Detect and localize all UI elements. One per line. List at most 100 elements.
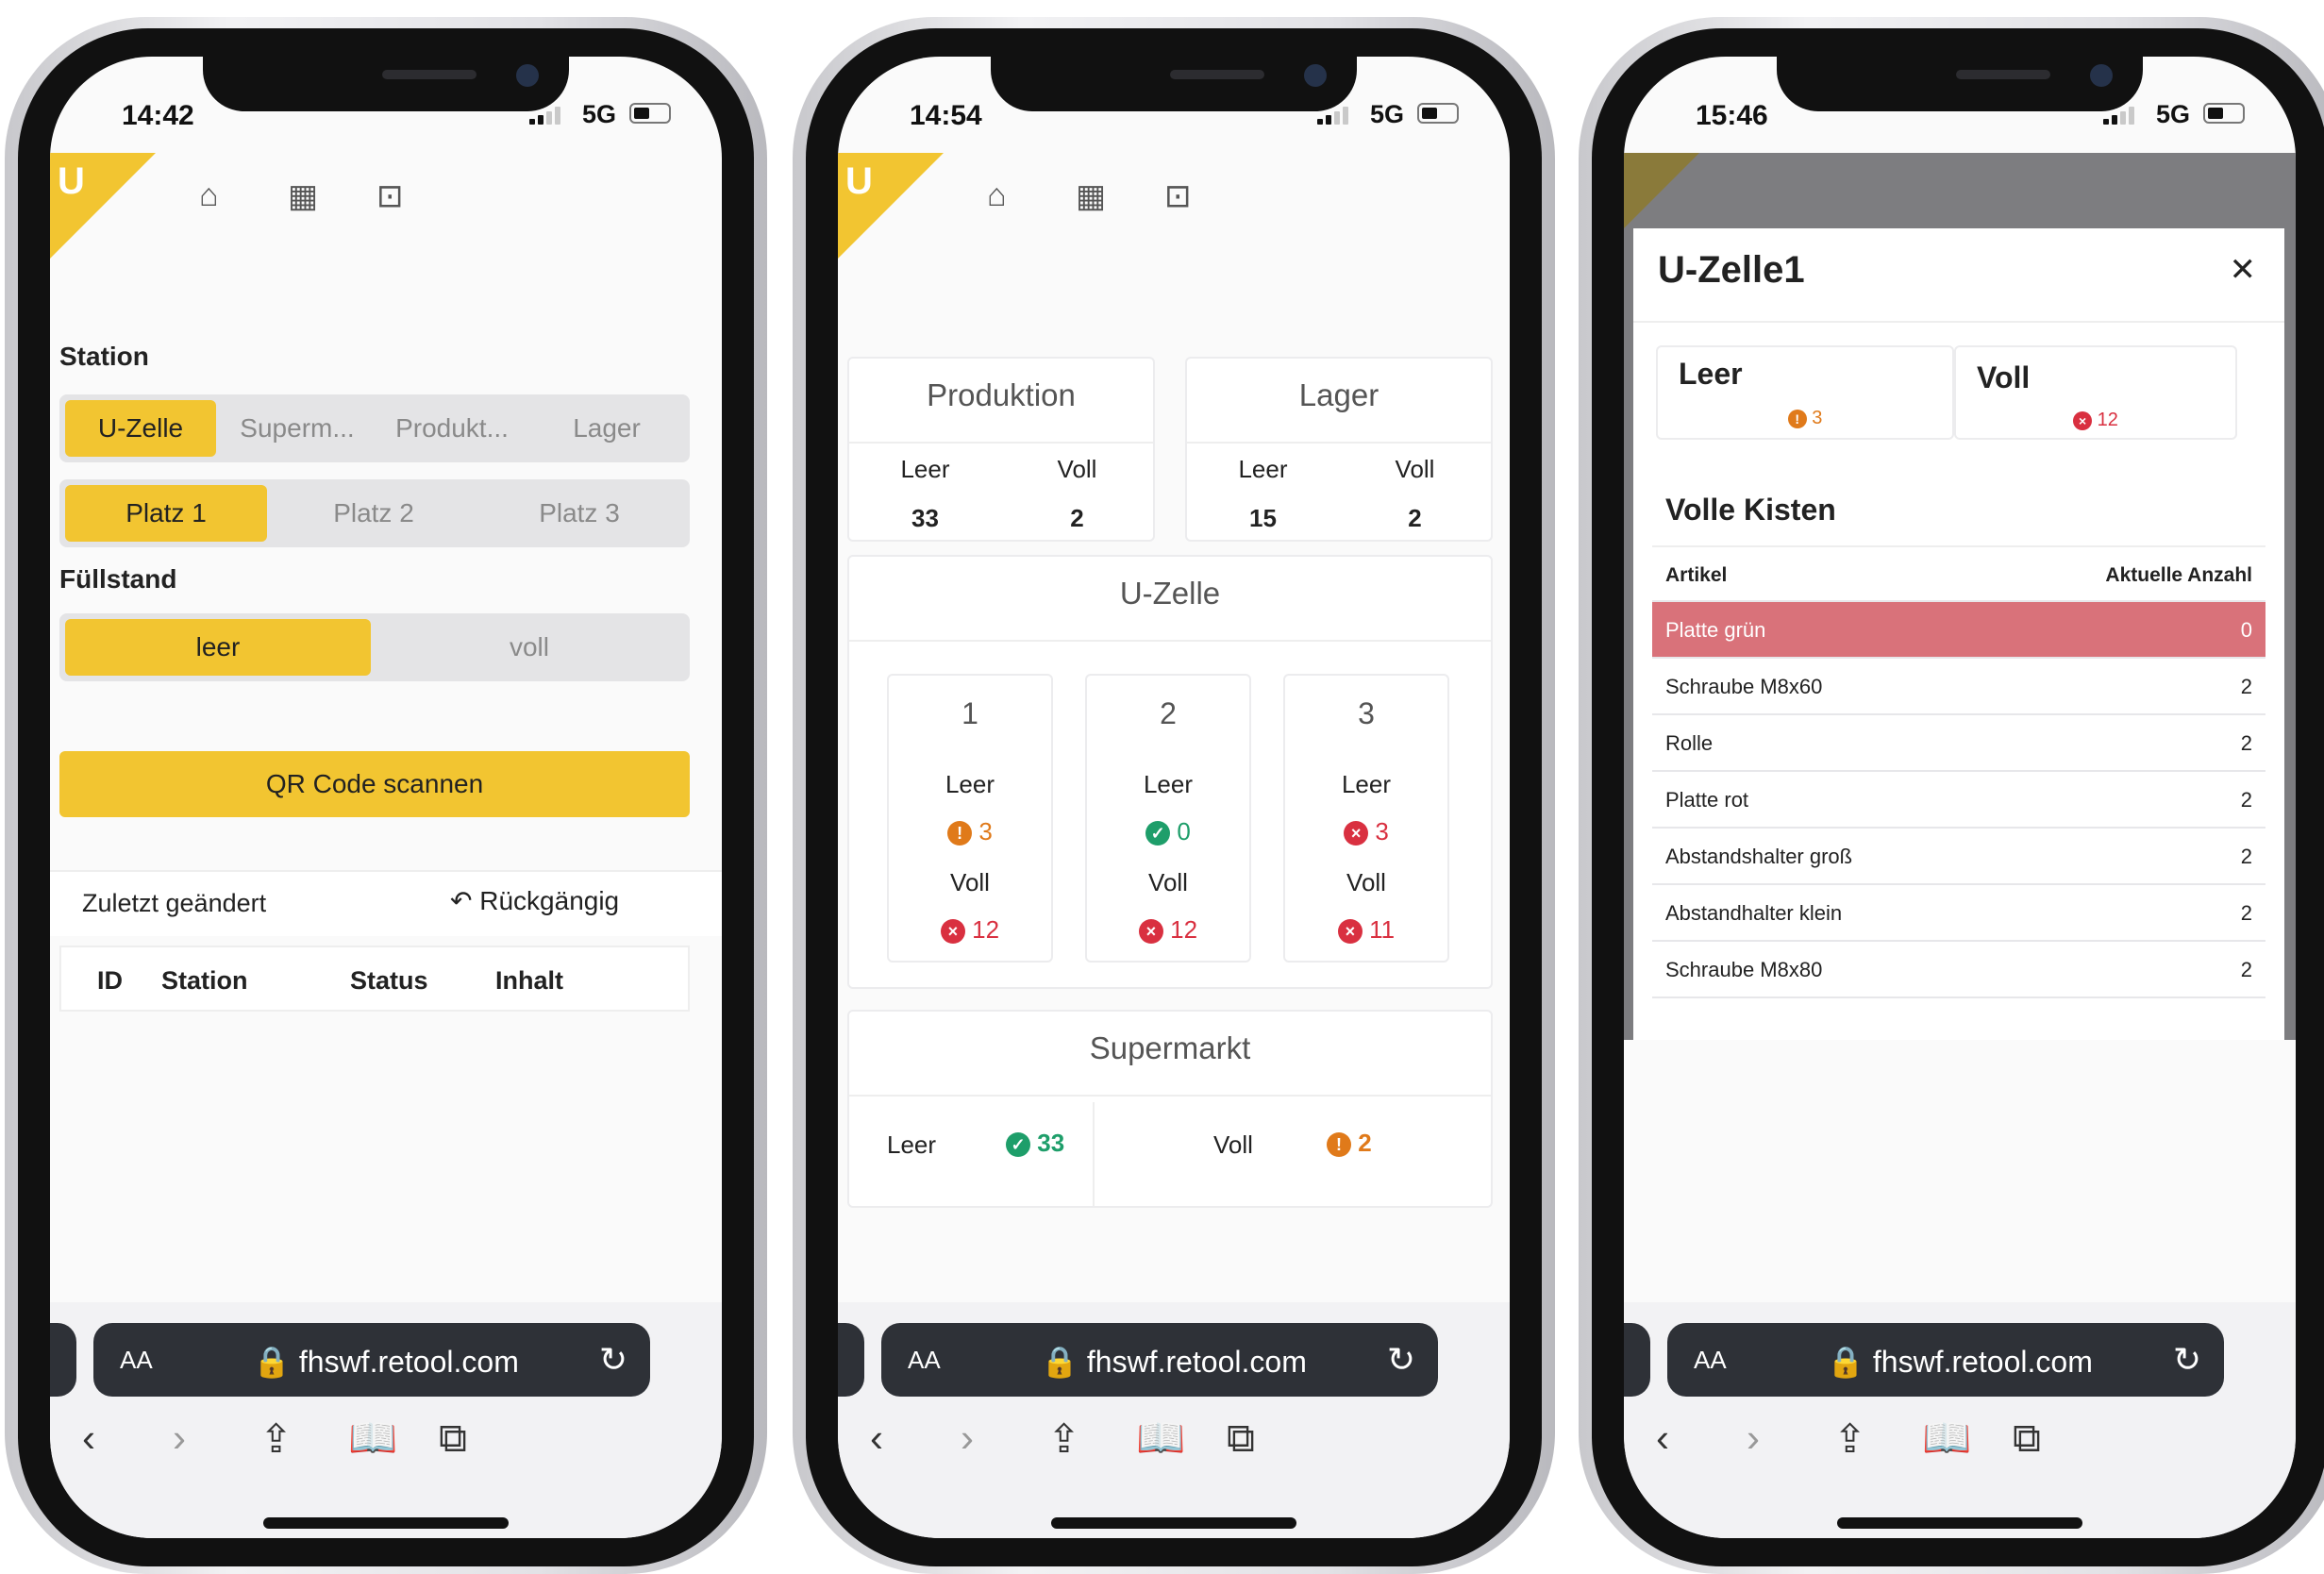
warning-icon: ! [947,821,973,846]
back-icon[interactable]: ‹ [1656,1415,1669,1461]
table-row[interactable]: Abstandhalter klein 2 [1652,885,2265,942]
table-row[interactable]: Abstandshalter groß 2 [1652,829,2265,885]
text-size-button[interactable]: AA [120,1346,153,1375]
share-icon[interactable]: ⇪ [259,1415,293,1462]
app-logo[interactable]: U [50,153,156,259]
detail-modal: U-Zelle1 ✕ Leer ! 3 Voll × 12 Volle Kist… [1633,228,2284,1040]
artikel-cell: Abstandhalter klein [1665,901,1843,925]
error-icon: × [1337,919,1363,945]
tabs-icon[interactable]: ⧉ [439,1415,467,1462]
cell-card[interactable]: 3 Leer × 3 Voll × 11 [1283,674,1449,963]
back-icon[interactable]: ‹ [82,1415,95,1461]
dashboard-icon[interactable]: ▦ [1076,177,1106,215]
warning-icon: ! [1327,1132,1351,1158]
error-icon: × [940,919,965,945]
qr-scan-icon[interactable]: ⊡ [376,177,404,215]
status-time: 15:46 [1696,100,1768,131]
text-size-button[interactable]: AA [1694,1346,1727,1375]
home-icon[interactable]: ⌂ [199,177,219,214]
reload-icon[interactable]: ↻ [2173,1340,2201,1380]
qr-scan-icon[interactable]: ⊡ [1164,177,1192,215]
table-row[interactable]: Schraube M8x80 2 [1652,942,2265,998]
reload-icon[interactable]: ↻ [1387,1340,1415,1380]
forward-icon[interactable]: › [1747,1415,1760,1461]
app-logo-dimmed [1624,153,1699,228]
col-header: Aktuelle Anzahl [2105,564,2252,586]
app-logo[interactable]: U [838,153,944,259]
station-option[interactable]: Lager [531,394,682,462]
anzahl-cell: 2 [2240,675,2252,698]
share-icon[interactable]: ⇪ [1047,1415,1080,1462]
forward-icon[interactable]: › [961,1415,974,1461]
screen: 14:54 5G U ⌂ ▦ ⊡ Produktion Leer Voll 33… [838,57,1510,1538]
share-icon[interactable]: ⇪ [1833,1415,1866,1462]
table-row[interactable]: Platte rot 2 [1652,772,2265,829]
modal-title: U-Zelle1 [1658,249,1805,291]
home-indicator [1837,1517,2082,1529]
platz-option[interactable]: Platz 2 [273,479,475,547]
station-option[interactable]: Superm... [222,394,373,462]
table-row[interactable]: Schraube M8x60 2 [1652,659,2265,715]
cell-card[interactable]: 1 Leer ! 3 Voll × 12 [887,674,1053,963]
voll-status: ! 2 [1327,1129,1372,1158]
bookmarks-icon[interactable]: 📖 [348,1415,397,1462]
qr-scan-button[interactable]: QR Code scannen [59,751,690,817]
speaker [1170,70,1264,79]
cell-card[interactable]: 2 Leer ✓ 0 Voll × 12 [1085,674,1251,963]
signal-icon [2103,106,2135,125]
speaker [1956,70,2050,79]
card-title: U-Zelle [1119,576,1221,611]
notch [203,57,569,111]
home-icon[interactable]: ⌂ [987,177,1007,214]
url-bar[interactable]: AA 🔒 fhswf.retool.com ↻ [1667,1323,2224,1397]
forward-icon[interactable]: › [173,1415,186,1461]
table-row[interactable]: Rolle 2 [1652,715,2265,772]
artikel-cell: Abstandshalter groß [1665,845,1853,868]
leer-status: ! 3 [889,817,1051,846]
check-icon: ✓ [1006,1132,1030,1158]
platz-selector: Platz 1 Platz 2 Platz 3 [59,479,690,547]
url-bar[interactable]: AA 🔒 fhswf.retool.com ↻ [881,1323,1438,1397]
bookmarks-icon[interactable]: 📖 [1136,1415,1185,1462]
camera [1304,64,1327,87]
close-icon[interactable]: ✕ [2230,251,2257,289]
platz-option[interactable]: Platz 1 [65,485,267,542]
fuellstand-label: Füllstand [59,564,177,594]
text-size-button[interactable]: AA [908,1346,941,1375]
voll-status: × 12 [1956,410,2235,431]
table-row[interactable]: Platte grün 0 [1652,602,2265,659]
reload-icon[interactable]: ↻ [599,1340,627,1380]
leer-summary: Leer ! 3 [1656,345,1954,440]
artikel-cell: Platte grün [1665,618,1766,642]
warning-icon: ! [1787,409,1807,428]
back-icon[interactable]: ‹ [870,1415,883,1461]
tab-stub [50,1323,76,1397]
platz-option[interactable]: Platz 3 [478,479,680,547]
col-header: Artikel [1665,564,1728,586]
history-table-header: ID Station Status Inhalt [59,946,690,1012]
tabs-icon[interactable]: ⧉ [1227,1415,1255,1462]
station-option[interactable]: Produkt... [376,394,527,462]
undo-button[interactable]: ↶ Rückgängig [450,885,619,916]
station-option[interactable]: U-Zelle [65,400,216,457]
bookmarks-icon[interactable]: 📖 [1922,1415,1971,1462]
section-title: Volle Kisten [1665,493,1836,527]
leer-label: Leer [1143,770,1194,798]
url-bar[interactable]: AA 🔒 fhswf.retool.com ↻ [93,1323,650,1397]
dashboard-icon[interactable]: ▦ [288,177,318,215]
artikel-cell: Rolle [1665,731,1714,755]
leer-value: 33 [911,504,939,532]
camera [2090,64,2113,87]
leer-label: Leer [1341,770,1392,798]
browser-bar: AA 🔒 fhswf.retool.com ↻ ‹ › ⇪ 📖 ⧉ [838,1302,1510,1538]
screen: 15:46 5G U-Zelle1 ✕ Leer ! 3 Voll × 12 V… [1624,57,2296,1538]
voll-value: 2 [1070,504,1084,532]
produktion-card: Produktion Leer Voll 33 2 [847,357,1155,542]
card-title: Lager [1298,377,1379,412]
error-icon: × [2073,410,2093,430]
fuell-option[interactable]: voll [376,613,682,681]
browser-bar: AA 🔒 fhswf.retool.com ↻ ‹ › ⇪ 📖 ⧉ [1624,1302,2296,1538]
fuell-option[interactable]: leer [65,619,371,676]
leer-label: Leer [1679,357,1743,391]
tabs-icon[interactable]: ⧉ [2013,1415,2041,1462]
